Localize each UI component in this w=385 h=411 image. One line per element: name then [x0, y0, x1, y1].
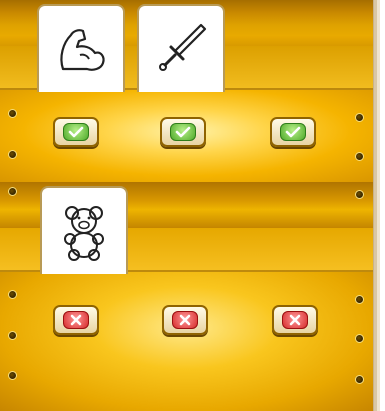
- shelf-board: [0, 0, 374, 411]
- rivet: [355, 113, 364, 122]
- rivet: [8, 187, 17, 196]
- cross-icon: [172, 311, 198, 329]
- rivet: [8, 290, 17, 299]
- rivet: [355, 334, 364, 343]
- rivet: [355, 375, 364, 384]
- rivet: [355, 152, 364, 161]
- teddy-bear-icon: [64, 206, 104, 261]
- rivet: [355, 295, 364, 304]
- tab-toys[interactable]: [40, 186, 128, 274]
- rivet: [8, 109, 17, 118]
- sword-icon: [159, 23, 207, 71]
- tab-weapon[interactable]: [137, 4, 225, 92]
- tab-strength[interactable]: [37, 4, 125, 92]
- check-icon: [63, 123, 89, 141]
- slot-status-cross[interactable]: [272, 305, 318, 335]
- check-icon: [170, 123, 196, 141]
- cross-icon: [282, 311, 308, 329]
- slot-status-check[interactable]: [160, 117, 206, 147]
- slot-status-check[interactable]: [53, 117, 99, 147]
- rivet: [355, 190, 364, 199]
- rivet: [8, 371, 17, 380]
- lower-shelf-panel: [0, 272, 373, 411]
- cross-icon: [63, 311, 89, 329]
- slot-status-cross[interactable]: [53, 305, 99, 335]
- slot-status-cross[interactable]: [162, 305, 208, 335]
- rivet: [8, 331, 17, 340]
- slot-status-check[interactable]: [270, 117, 316, 147]
- flexed-arm-icon: [60, 29, 105, 71]
- rivet: [8, 150, 17, 159]
- check-icon: [280, 123, 306, 141]
